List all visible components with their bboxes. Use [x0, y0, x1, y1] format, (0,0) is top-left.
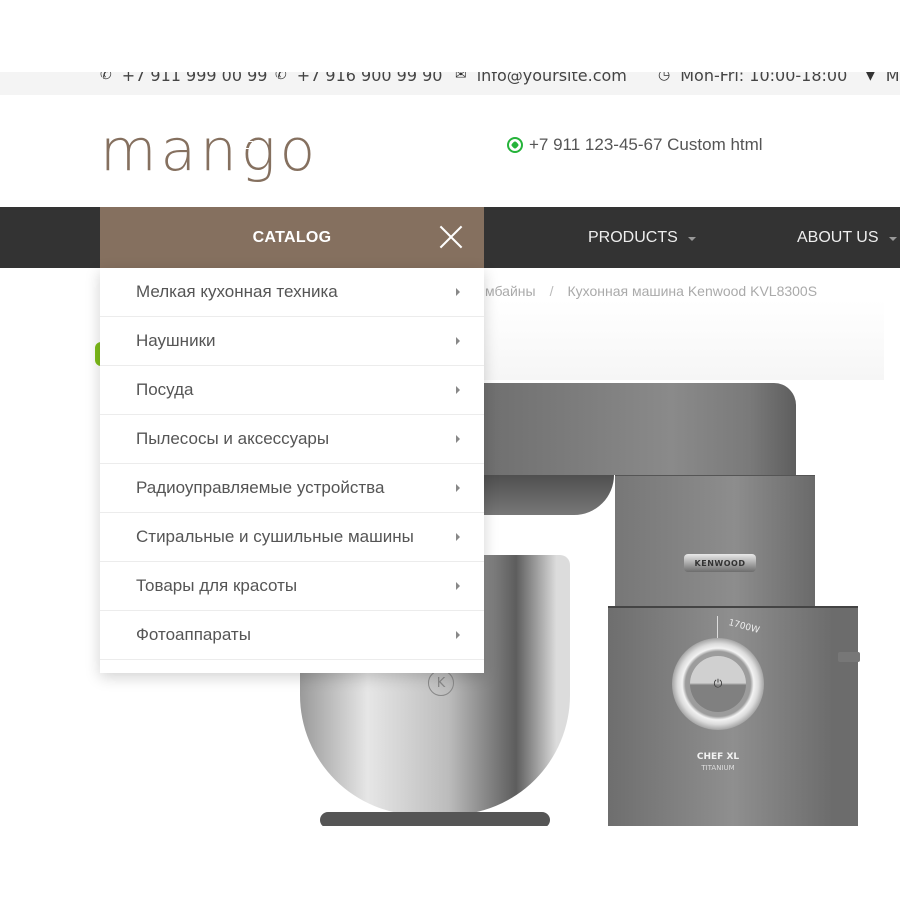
chevron-right-icon — [456, 386, 460, 394]
topbar-phone-1[interactable]: ✆ +7 911 999 00 99 — [100, 72, 267, 85]
topbar-hours: ◷ Mon-Fri: 10:00-18:00 — [658, 72, 847, 85]
envelope-icon: ✉ — [455, 72, 467, 83]
catalog-item-rc-devices[interactable]: Радиоуправляемые устройства — [100, 464, 484, 513]
catalog-item-small-kitchen-appliances[interactable]: Мелкая кухонная техника — [100, 268, 484, 317]
logo-g: g — [240, 116, 280, 184]
topbar-address[interactable]: ▼ M — [865, 72, 900, 85]
whatsapp-icon — [507, 137, 523, 153]
mixer-handle — [838, 652, 860, 662]
caret-down-icon — [687, 236, 696, 241]
catalog-item-washing-machines[interactable]: Стиральные и сушильные машины — [100, 513, 484, 562]
power-icon: ⏻ — [690, 656, 746, 712]
chevron-right-icon — [456, 484, 460, 492]
catalog-dropdown-menu: Мелкая кухонная техника Наушники Посуда … — [100, 268, 484, 673]
phone-icon: ✆ — [275, 72, 287, 83]
map-marker-icon: ▼ — [865, 72, 876, 83]
chevron-right-icon — [456, 435, 460, 443]
breadcrumb: мбайны / Кухонная машина Kenwood KVL8300… — [485, 283, 817, 299]
close-icon[interactable] — [438, 224, 464, 250]
chevron-right-icon — [456, 533, 460, 541]
topbar-email[interactable]: ✉ info@yoursite.com — [455, 72, 627, 85]
logo[interactable]: mang o — [100, 115, 319, 185]
model-label: CHEF XL TITANIUM — [696, 752, 740, 772]
catalog-item-beauty[interactable]: Товары для красоты — [100, 562, 484, 611]
brand-badge: KENWOOD — [684, 554, 756, 572]
breadcrumb-current: Кухонная машина Kenwood KVL8300S — [567, 283, 818, 299]
main-navbar: CATALOG PRODUCTS ABOUT US — [0, 207, 900, 268]
phone-icon: ✆ — [100, 72, 112, 83]
header-phone[interactable]: +7 911 123-45-67 Custom html — [507, 135, 763, 155]
catalog-item-dishes[interactable]: Посуда — [100, 366, 484, 415]
chevron-right-icon — [456, 631, 460, 639]
catalog-button[interactable]: CATALOG — [100, 207, 484, 268]
catalog-item-cameras[interactable]: Фотоаппараты — [100, 611, 484, 660]
catalog-item-vacuums[interactable]: Пылесосы и аксессуары — [100, 415, 484, 464]
product-image-backdrop — [484, 300, 884, 380]
chevron-right-icon — [456, 288, 460, 296]
breadcrumb-item[interactable]: мбайны — [485, 283, 536, 299]
caret-down-icon — [888, 236, 897, 241]
chevron-right-icon — [456, 582, 460, 590]
clock-icon: ◷ — [658, 72, 671, 83]
chevron-right-icon — [456, 337, 460, 345]
bowl-logo: K — [428, 670, 454, 696]
nav-item-products[interactable]: PRODUCTS — [588, 207, 696, 268]
power-knob: ⏻ — [672, 638, 764, 730]
site-header: mang o +7 911 123-45-67 Custom html — [0, 95, 900, 207]
bowl-rim — [320, 812, 550, 826]
mixer-head-underside — [484, 475, 614, 515]
mixer-body — [615, 475, 815, 606]
catalog-item-headphones[interactable]: Наушники — [100, 317, 484, 366]
top-info-bar: ✆ +7 911 999 00 99 ✆ +7 916 900 99 90 ✉ … — [0, 72, 900, 95]
nav-item-about-us[interactable]: ABOUT US — [797, 207, 897, 268]
topbar-phone-2[interactable]: ✆ +7 916 900 99 90 — [275, 72, 442, 85]
mixer-head — [484, 383, 796, 475]
breadcrumb-separator: / — [549, 283, 554, 299]
power-indicator-line — [717, 616, 718, 638]
